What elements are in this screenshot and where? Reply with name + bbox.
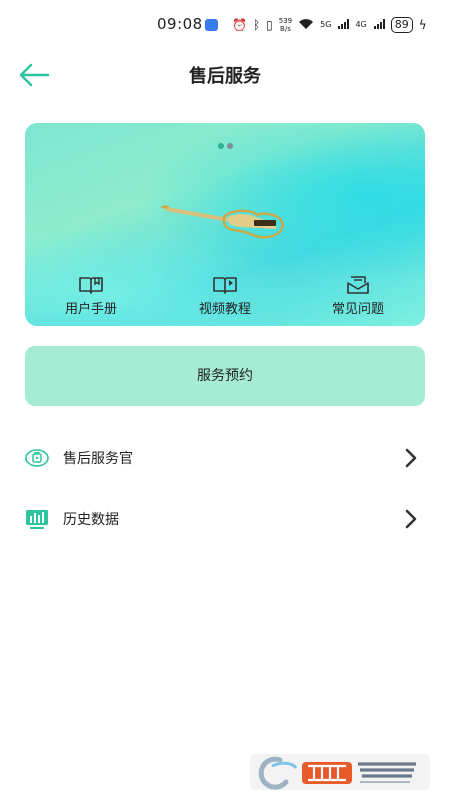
network-speed-unit: B/s xyxy=(280,25,291,33)
carousel-indicator xyxy=(218,143,233,149)
list-item-history-data[interactable]: 历史数据 xyxy=(0,497,450,541)
banner-carousel[interactable]: 用户手册 视频教程 常见问题 xyxy=(25,123,425,326)
signal-4g-label: 4G xyxy=(355,20,367,29)
charging-icon: ϟ xyxy=(418,18,427,32)
history-data-icon xyxy=(26,510,48,529)
service-appointment-button[interactable]: 服务预约 xyxy=(25,346,425,406)
status-icons: ⏰ ᛒ ▯ 539 B/s 5G 4G 89 ϟ xyxy=(232,14,427,36)
status-time: 09:08 xyxy=(157,15,203,33)
user-manual-label: 用户手册 xyxy=(64,302,117,317)
bluetooth-icon: ᛒ xyxy=(252,18,261,32)
alarm-icon: ⏰ xyxy=(232,18,247,32)
chevron-right-icon xyxy=(405,448,417,468)
service-officer-icon xyxy=(25,449,49,467)
banner-links: 用户手册 视频教程 常见问题 xyxy=(25,275,425,319)
network-speed-value: 539 xyxy=(278,17,293,25)
vibrate-icon: ▯ xyxy=(266,18,273,32)
guitar-image xyxy=(160,205,284,239)
wifi-icon xyxy=(298,18,314,33)
list-item-label: 售后服务官 xyxy=(63,451,133,467)
video-tutorial-link[interactable]: 视频教程 xyxy=(175,275,275,317)
battery-level: 89 xyxy=(390,17,413,33)
faq-link[interactable]: 常见问题 xyxy=(308,275,408,317)
site-watermark-logo xyxy=(250,754,430,790)
carousel-dot xyxy=(218,143,224,149)
faq-label: 常见问题 xyxy=(331,302,384,317)
book-play-icon xyxy=(213,277,237,294)
app-notification-icon xyxy=(205,19,218,31)
signal-5g-label: 5G xyxy=(320,20,332,29)
list-item-label: 历史数据 xyxy=(63,512,119,528)
book-icon xyxy=(79,277,103,294)
chevron-right-icon xyxy=(405,509,417,529)
page-title: 售后服务 xyxy=(189,66,261,87)
signal-4g-icon xyxy=(373,18,385,33)
video-tutorial-label: 视频教程 xyxy=(198,302,251,317)
signal-5g-icon xyxy=(337,18,350,33)
carousel-dot xyxy=(227,143,233,149)
list-item-service-officer[interactable]: 售后服务官 xyxy=(0,436,450,480)
status-bar: 09:08 ⏰ ᛒ ▯ 539 B/s 5G 4G 89 ϟ xyxy=(0,0,450,50)
network-speed: 539 B/s xyxy=(279,17,292,33)
header: 售后服务 xyxy=(0,50,450,100)
user-manual-link[interactable]: 用户手册 xyxy=(41,275,141,317)
mail-icon xyxy=(347,276,369,294)
